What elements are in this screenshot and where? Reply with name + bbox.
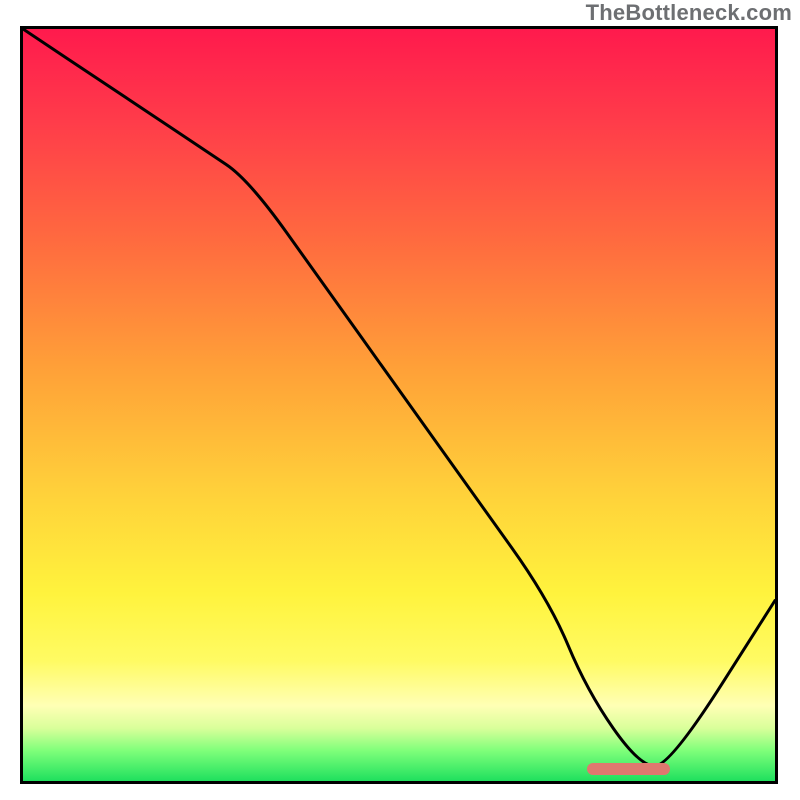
- bottleneck-curve: [23, 29, 775, 781]
- watermark-text: TheBottleneck.com: [586, 0, 792, 26]
- optimum-range-marker: [587, 763, 670, 775]
- plot-area: [20, 26, 778, 784]
- chart-container: TheBottleneck.com: [0, 0, 800, 800]
